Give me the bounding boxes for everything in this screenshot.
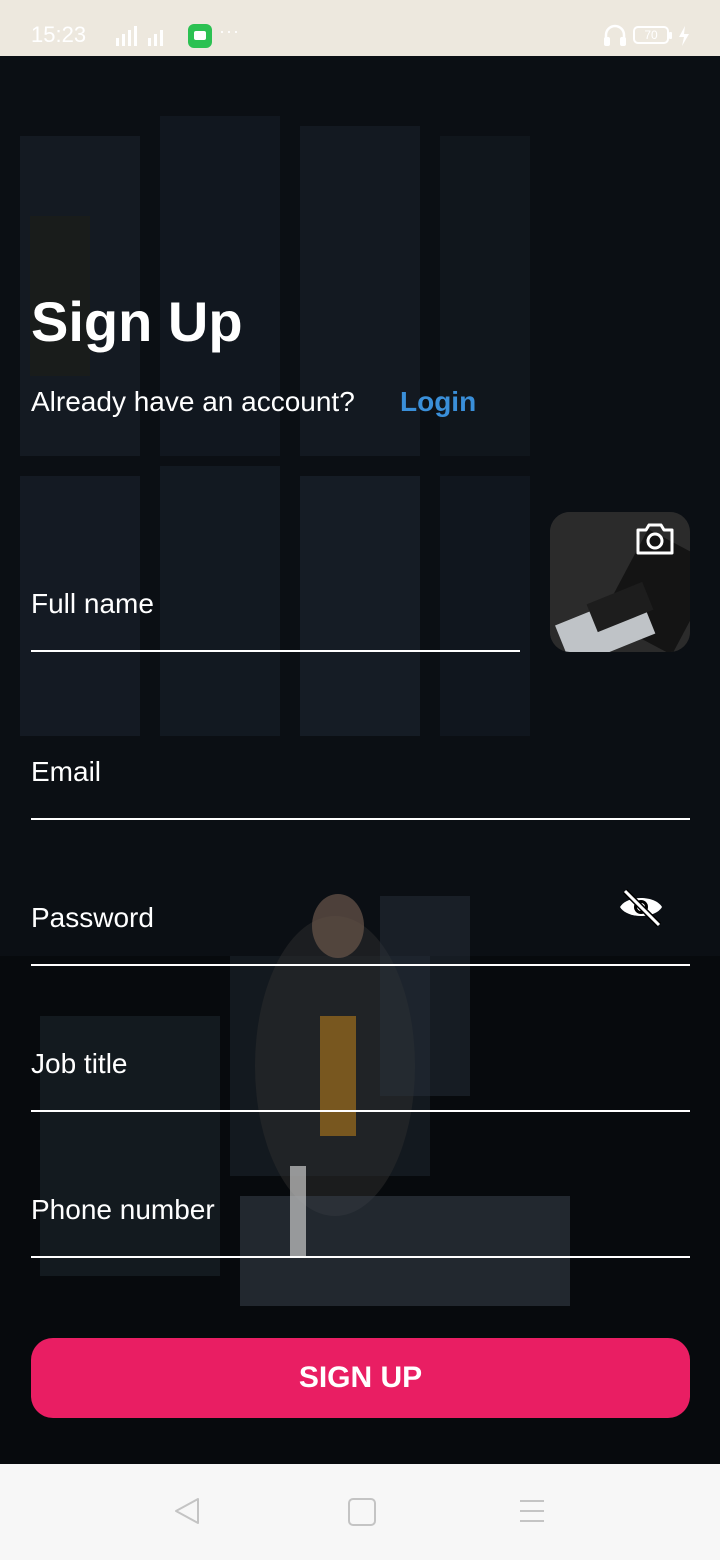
eye-off-icon[interactable] xyxy=(617,885,665,929)
full-name-input[interactable] xyxy=(31,584,520,624)
sign-up-button[interactable]: SIGN UP xyxy=(31,1338,690,1418)
job-title-input[interactable] xyxy=(31,1044,690,1084)
camera-icon[interactable] xyxy=(634,518,676,560)
page-title: Sign Up xyxy=(31,290,243,353)
phone-number-field xyxy=(31,1190,690,1258)
more-notifications-icon: ··· xyxy=(219,21,240,41)
job-title-field xyxy=(31,1044,690,1112)
password-field xyxy=(31,898,690,966)
battery-icon: 70 xyxy=(633,26,672,44)
charging-icon xyxy=(679,26,689,46)
phone-number-input[interactable] xyxy=(31,1190,690,1230)
email-field xyxy=(31,752,690,820)
profile-photo-picker[interactable] xyxy=(550,512,690,652)
status-bar: 15:23 ··· 70 xyxy=(0,0,720,56)
login-link[interactable]: Login xyxy=(400,386,476,418)
password-input[interactable] xyxy=(31,898,690,938)
signal-icon xyxy=(116,26,163,46)
triangle-back-icon[interactable] xyxy=(172,1496,202,1526)
background-image: Sign Up Already have an account? Login F… xyxy=(0,56,720,1464)
email-input[interactable] xyxy=(31,752,690,792)
status-time: 15:23 xyxy=(31,22,87,47)
full-name-field xyxy=(31,584,520,652)
login-prompt: Already have an account? xyxy=(31,386,355,417)
headset-icon xyxy=(604,24,626,46)
hamburger-menu-icon[interactable] xyxy=(519,1498,545,1524)
message-notification-icon xyxy=(188,24,212,48)
square-home-icon[interactable] xyxy=(348,1498,376,1526)
